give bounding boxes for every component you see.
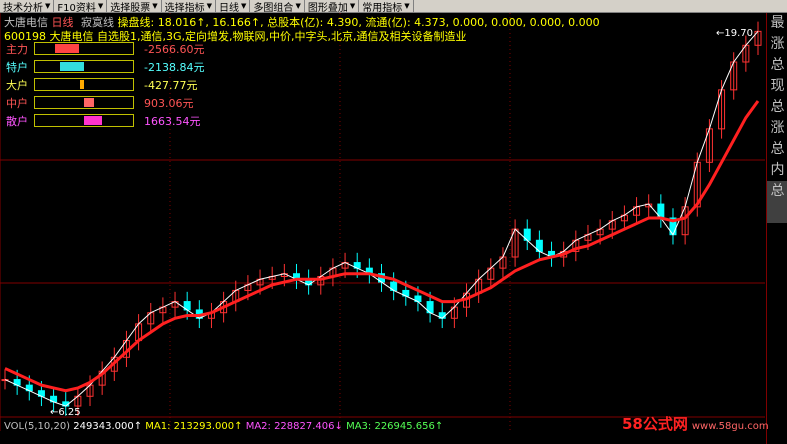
fund-bar-fill	[84, 116, 102, 125]
side-panel-tab[interactable]: 涨	[767, 34, 787, 55]
candlestick-chart[interactable]	[0, 13, 765, 431]
toolbar-label: 技术分析	[3, 2, 43, 14]
dropdown-arrow-icon: ▼	[241, 2, 247, 10]
right-side-panel: 最涨总现总涨总内总	[766, 13, 787, 444]
dropdown-arrow-icon: ▼	[152, 2, 158, 10]
fund-flow-row: 大户 -427.77元	[6, 78, 198, 92]
fund-value: 903.06元	[144, 96, 194, 110]
side-panel-tab[interactable]: 总	[767, 139, 787, 160]
fund-label: 中户	[6, 96, 28, 110]
fund-label: 主力	[6, 42, 28, 56]
toolbar-select-stock-button[interactable]: 选择股票 ▼	[107, 0, 162, 14]
vol-prefix: VOL(5,10,20)	[4, 421, 71, 432]
fund-flow-row: 主力 -2566.60元	[6, 42, 205, 56]
side-panel-tab[interactable]: 涨	[767, 118, 787, 139]
fund-value: 1663.54元	[144, 114, 201, 128]
low-price-label: ←6.25	[50, 407, 81, 418]
dropdown-arrow-icon: ▼	[349, 2, 356, 10]
ma3-value: MA3: 226945.656↑	[346, 421, 444, 432]
high-price-label: ←19.70	[716, 28, 754, 39]
side-panel-tab[interactable]: 总	[767, 55, 787, 76]
toolbar-label: 常用指标	[362, 2, 403, 14]
toolbar-select-indicator-button[interactable]: 选择指标 ▼	[162, 0, 217, 14]
fund-bar	[34, 114, 134, 127]
toolbar-daily-period-button[interactable]: 日线 ▼	[216, 0, 251, 14]
dropdown-arrow-icon: ▼	[97, 2, 104, 10]
side-panel-tab[interactable]: 内	[767, 160, 787, 181]
toolbar-label: 多图组合	[253, 2, 294, 14]
fund-label: 散户	[6, 114, 28, 128]
ma1-value: MA1: 213293.000↑	[145, 421, 243, 432]
fund-flow-row: 特户 -2138.84元	[6, 60, 205, 74]
fund-bar	[34, 96, 134, 109]
fund-value: -2138.84元	[144, 60, 205, 74]
toolbar-multi-chart-button[interactable]: 多图组合 ▼	[250, 0, 305, 14]
toolbar-label: F10资料	[57, 2, 96, 14]
fund-value: -2566.60元	[144, 42, 205, 56]
toolbar-chart-overlay-button[interactable]: 图形叠加 ▼	[305, 0, 360, 14]
toolbar-label: 选择指标	[164, 2, 205, 14]
dropdown-arrow-icon: ▼	[206, 2, 213, 10]
toolbar-common-indicator-button[interactable]: 常用指标 ▼	[359, 0, 414, 14]
fund-bar-fill	[84, 98, 94, 107]
toolbar-technical-analysis-button[interactable]: 技术分析 ▼	[0, 0, 55, 14]
side-panel-tab[interactable]: 总	[767, 97, 787, 118]
fund-bar	[34, 78, 134, 91]
volume-indicator-line: VOL(5,10,20) 249343.000↑ MA1: 213293.000…	[4, 421, 443, 432]
toolbar: 技术分析 ▼ F10资料 ▼ 选择股票 ▼ 选择指标 ▼ 日线 ▼ 多图组合 ▼ 图形叠加 ▼ 常用指标 ▼	[0, 0, 787, 14]
fund-bar-fill	[80, 80, 84, 89]
toolbar-label: 选择股票	[110, 2, 151, 14]
fund-bar-fill	[54, 44, 80, 53]
side-panel-tab[interactable]	[767, 202, 787, 223]
dropdown-arrow-icon: ▼	[295, 2, 301, 10]
toolbar-label: 图形叠加	[307, 2, 348, 14]
toolbar-f10-info-button[interactable]: F10资料 ▼	[54, 0, 108, 14]
fund-bar	[34, 42, 134, 55]
side-panel-tab[interactable]: 现	[767, 76, 787, 97]
fund-value: -427.77元	[144, 78, 198, 92]
fund-label: 大户	[6, 78, 28, 92]
dropdown-arrow-icon: ▼	[45, 2, 51, 10]
series-line-red	[4, 100, 760, 393]
fund-label: 特户	[6, 60, 28, 74]
dropdown-arrow-icon: ▼	[404, 2, 410, 10]
fund-bar	[34, 60, 134, 73]
fund-flow-row: 中户 903.06元	[6, 96, 194, 110]
side-panel-tab[interactable]: 总	[767, 181, 787, 202]
vol-value: 249343.000↑	[73, 421, 143, 432]
fund-flow-row: 散户 1663.54元	[6, 114, 201, 128]
side-panel-tab[interactable]: 最	[767, 13, 787, 34]
toolbar-label: 日线	[219, 2, 240, 14]
ma2-value: MA2: 228827.406↓	[245, 421, 343, 432]
fund-bar-fill	[59, 62, 84, 71]
watermark-logo: 58公式网 www.58gu.com	[622, 415, 769, 433]
